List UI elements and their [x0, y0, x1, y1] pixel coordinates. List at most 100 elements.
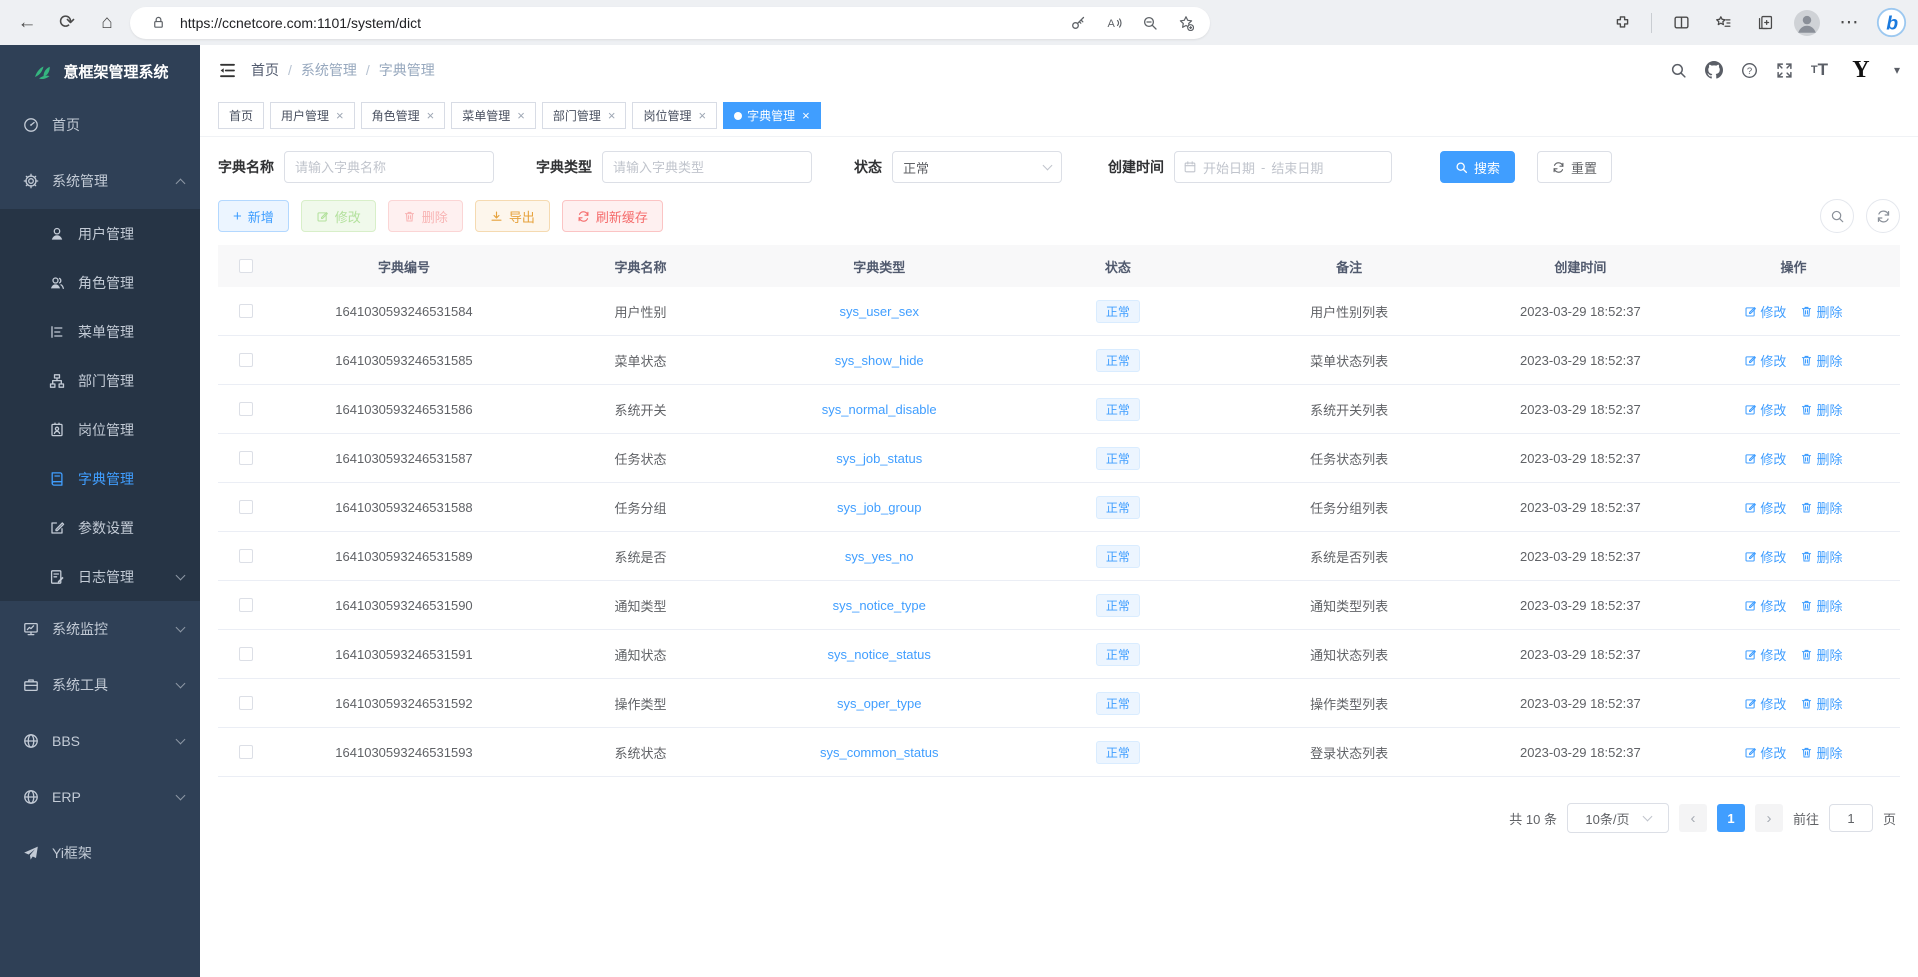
- dict-name-input[interactable]: [284, 151, 494, 183]
- dict-type-link[interactable]: sys_oper_type: [837, 696, 922, 711]
- profile-avatar[interactable]: [1790, 6, 1824, 40]
- row-checkbox[interactable]: [239, 598, 253, 612]
- row-delete-link[interactable]: 删除: [1800, 449, 1842, 468]
- sidebar-item-log-mgmt[interactable]: 日志管理: [0, 552, 200, 601]
- row-checkbox[interactable]: [239, 304, 253, 318]
- favorites-icon[interactable]: [1706, 6, 1740, 40]
- tab-dept-mgmt[interactable]: 部门管理 ×: [542, 102, 627, 129]
- toggle-search-icon[interactable]: [1820, 199, 1854, 233]
- dict-type-input[interactable]: [602, 151, 812, 183]
- row-edit-link[interactable]: 修改: [1744, 596, 1786, 615]
- dict-type-link[interactable]: sys_notice_type: [833, 598, 926, 613]
- read-aloud-icon[interactable]: A: [1100, 9, 1128, 37]
- dict-type-link[interactable]: sys_common_status: [820, 745, 939, 760]
- row-edit-link[interactable]: 修改: [1744, 547, 1786, 566]
- row-edit-link[interactable]: 修改: [1744, 351, 1786, 370]
- row-checkbox[interactable]: [239, 451, 253, 465]
- tab-close-icon[interactable]: ×: [608, 108, 616, 123]
- select-all-checkbox[interactable]: [239, 259, 253, 273]
- refresh-cache-button[interactable]: 刷新缓存: [562, 200, 663, 232]
- tab-post-mgmt[interactable]: 岗位管理 ×: [632, 102, 717, 129]
- row-checkbox[interactable]: [239, 549, 253, 563]
- edit-button[interactable]: 修改: [301, 200, 376, 232]
- fullscreen-icon[interactable]: [1776, 62, 1793, 79]
- sidebar-item-role-mgmt[interactable]: 角色管理: [0, 258, 200, 307]
- row-delete-link[interactable]: 删除: [1800, 694, 1842, 713]
- tab-close-icon[interactable]: ×: [698, 108, 706, 123]
- export-button[interactable]: 导出: [475, 200, 550, 232]
- row-checkbox[interactable]: [239, 647, 253, 661]
- delete-button[interactable]: 删除: [388, 200, 463, 232]
- url-bar[interactable]: https://ccnetcore.com:1101/system/dict A: [130, 7, 1210, 39]
- zoom-out-icon[interactable]: [1136, 9, 1164, 37]
- collections-icon[interactable]: [1748, 6, 1782, 40]
- row-edit-link[interactable]: 修改: [1744, 743, 1786, 762]
- row-checkbox[interactable]: [239, 745, 253, 759]
- row-edit-link[interactable]: 修改: [1744, 645, 1786, 664]
- sidebar-item-system-tools[interactable]: 系统工具: [0, 657, 200, 713]
- sidebar-collapse-icon[interactable]: [218, 61, 237, 80]
- tab-menu-mgmt[interactable]: 菜单管理 ×: [451, 102, 536, 129]
- row-edit-link[interactable]: 修改: [1744, 400, 1786, 419]
- refresh-table-icon[interactable]: [1866, 199, 1900, 233]
- prev-page-button[interactable]: ‹: [1679, 804, 1707, 832]
- breadcrumb-item[interactable]: 首页: [251, 60, 279, 80]
- add-button[interactable]: + 新增: [218, 200, 289, 232]
- sidebar-item-system-mgmt[interactable]: 系统管理: [0, 153, 200, 209]
- split-screen-icon[interactable]: [1664, 6, 1698, 40]
- search-button[interactable]: 搜索: [1440, 151, 1515, 183]
- browser-more-icon[interactable]: ⋯: [1832, 6, 1866, 40]
- sidebar-item-system-monitor[interactable]: 系统监控: [0, 601, 200, 657]
- sidebar-item-bbs[interactable]: BBS: [0, 713, 200, 769]
- tab-user-mgmt[interactable]: 用户管理 ×: [270, 102, 355, 129]
- dict-type-link[interactable]: sys_notice_status: [828, 647, 931, 662]
- bing-chat-icon[interactable]: b: [1874, 6, 1908, 40]
- browser-reload-icon[interactable]: ⟳: [50, 6, 84, 40]
- tab-close-icon[interactable]: ×: [517, 108, 525, 123]
- row-checkbox[interactable]: [239, 696, 253, 710]
- user-avatar-logo[interactable]: Y: [1846, 55, 1876, 85]
- dict-type-link[interactable]: sys_show_hide: [835, 353, 924, 368]
- tab-home[interactable]: 首页: [218, 102, 264, 129]
- browser-home-icon[interactable]: ⌂: [90, 6, 124, 40]
- sidebar-item-param-settings[interactable]: 参数设置: [0, 503, 200, 552]
- dict-type-link[interactable]: sys_user_sex: [839, 304, 918, 319]
- add-favorite-icon[interactable]: [1172, 9, 1200, 37]
- tab-role-mgmt[interactable]: 角色管理 ×: [361, 102, 446, 129]
- dict-type-link[interactable]: sys_job_group: [837, 500, 922, 515]
- breadcrumb-item[interactable]: 字典管理: [379, 60, 435, 80]
- sidebar-item-dict-mgmt[interactable]: 字典管理: [0, 454, 200, 503]
- password-key-icon[interactable]: [1064, 9, 1092, 37]
- row-delete-link[interactable]: 删除: [1800, 596, 1842, 615]
- tab-close-icon[interactable]: ×: [427, 108, 435, 123]
- row-delete-link[interactable]: 删除: [1800, 743, 1842, 762]
- row-delete-link[interactable]: 删除: [1800, 547, 1842, 566]
- sidebar-item-menu-mgmt[interactable]: 菜单管理: [0, 307, 200, 356]
- header-search-icon[interactable]: [1670, 62, 1687, 79]
- row-delete-link[interactable]: 删除: [1800, 351, 1842, 370]
- sidebar-item-home[interactable]: 首页: [0, 97, 200, 153]
- github-icon[interactable]: [1705, 61, 1723, 79]
- sidebar-item-dept-mgmt[interactable]: 部门管理: [0, 356, 200, 405]
- tab-close-icon[interactable]: ×: [336, 108, 344, 123]
- help-icon[interactable]: ?: [1741, 62, 1758, 79]
- row-checkbox[interactable]: [239, 500, 253, 514]
- dict-type-link[interactable]: sys_normal_disable: [822, 402, 937, 417]
- row-delete-link[interactable]: 删除: [1800, 498, 1842, 517]
- next-page-button[interactable]: ›: [1755, 804, 1783, 832]
- status-select[interactable]: 正常: [892, 151, 1062, 183]
- row-edit-link[interactable]: 修改: [1744, 694, 1786, 713]
- sidebar-item-user-mgmt[interactable]: 用户管理: [0, 209, 200, 258]
- breadcrumb-item[interactable]: 系统管理: [301, 60, 357, 80]
- sidebar-item-post-mgmt[interactable]: 岗位管理: [0, 405, 200, 454]
- user-menu-caret-icon[interactable]: ▾: [1894, 63, 1900, 77]
- create-time-range-picker[interactable]: 开始日期 - 结束日期: [1174, 151, 1392, 183]
- page-number-button[interactable]: 1: [1717, 804, 1745, 832]
- sidebar-item-yi-framework[interactable]: Yi框架: [0, 825, 200, 881]
- tab-dict-mgmt[interactable]: 字典管理 ×: [723, 102, 821, 129]
- row-checkbox[interactable]: [239, 353, 253, 367]
- font-size-icon[interactable]: TT: [1811, 60, 1828, 80]
- dict-type-link[interactable]: sys_job_status: [836, 451, 922, 466]
- dict-type-link[interactable]: sys_yes_no: [845, 549, 914, 564]
- row-edit-link[interactable]: 修改: [1744, 302, 1786, 321]
